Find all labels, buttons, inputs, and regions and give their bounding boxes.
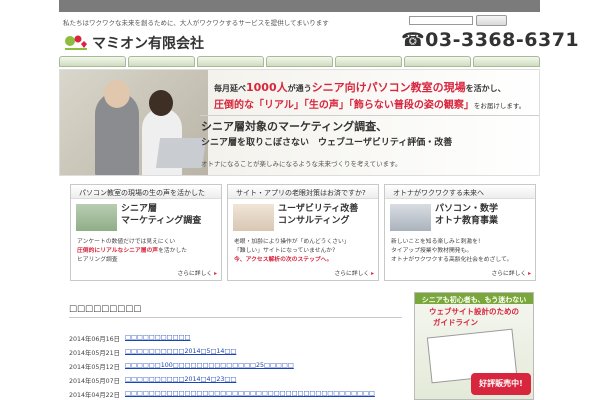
card-body: アンケートの数値だけでは見えにくい 圧倒的にリアルなシニア層の声を活かした ヒア… [77, 238, 219, 265]
hero-line1-pre: 毎月延べ [214, 84, 246, 93]
hero-line1-post: が通う [287, 84, 312, 93]
card-body: 老眼・加齢により操作が「めんどうくさい」 「難しい」サイトになっていませんか? … [234, 238, 376, 265]
card-title-line1: パソコン・数学 [435, 204, 499, 214]
card-title-line2: オトナ教育事業 [435, 216, 499, 226]
hero-line2-b: 「リアル」「生の声」「飾らない普段の姿の観察」 [254, 100, 474, 111]
card-image [76, 204, 117, 231]
search-button[interactable] [476, 15, 507, 26]
card-image [233, 204, 274, 231]
more-link[interactable]: さらに詳しく [334, 268, 374, 277]
search-input[interactable] [409, 16, 473, 25]
card-image [390, 204, 431, 231]
news-date: 2014年05月12日 [69, 364, 120, 371]
card-title: シニア層 マーケティング調査 [121, 203, 201, 227]
card-title-line2: マーケティング調査 [121, 216, 202, 226]
nav-tab-7[interactable] [473, 56, 540, 67]
news-date: 2014年04月22日 [69, 392, 120, 399]
card-head: サイト・アプリの老眼対策はお済ですか? [228, 185, 378, 199]
nav-tab-5[interactable] [335, 56, 402, 67]
on-sale-badge: 好評販売中! [471, 373, 531, 395]
card-title-line2: コンサルティング [278, 216, 350, 226]
news-link[interactable]: □□□□□□□□□□□ [125, 334, 190, 344]
card-body-red: 「難しい」 [234, 248, 263, 254]
news-link[interactable]: □□□□□□□□□□2014□4□23□□ [125, 376, 236, 386]
nav-tab-3[interactable] [197, 56, 264, 67]
service-card-education[interactable]: オトナがワクワクする未来へ パソコン・数学 オトナ教育事業 新しいことを知る楽し… [384, 184, 536, 281]
top-bar [59, 0, 540, 12]
card-title-line1: シニア層 [121, 204, 158, 214]
hero-line-2: 圧倒的な「リアル」「生の声」「飾らない普段の姿の観察」をお届けします。 [214, 96, 525, 111]
news-divider [69, 317, 402, 318]
card-body: 新しいことを知る楽しみと刺激を! タイアップ授業や教材開発も。 オトナがワクワク… [391, 238, 533, 265]
card-title: ユーザビリティ改善 コンサルティング [278, 203, 358, 227]
hero-line-3: シニア層対象のマーケティング調査、 [201, 120, 388, 133]
card-title: パソコン・数学 オトナ教育事業 [435, 203, 498, 227]
news-heading: □□□□□□□□□ [69, 304, 142, 314]
logo-icon[interactable] [63, 32, 89, 52]
hero-banner: 毎月延べ1000人が通うシニア向けパソコン教室の現場を活かし、 圧倒的な「リアル… [59, 69, 540, 176]
news-date: 2014年06月16日 [69, 336, 120, 343]
card-body-line3: オトナがワクワクする高齢化社会をめざして。 [391, 257, 513, 263]
nav-tab-4[interactable] [266, 56, 333, 67]
news-row: 2014年05月07日 □□□□□□□□□□2014□4□23□□ [69, 376, 236, 386]
site-tagline: 私たちはワクワクな未来を創るために、大人がワクワクするサービスを提供してまいりま… [63, 19, 329, 27]
card-body-line2: を活かした [158, 248, 188, 254]
news-date: 2014年05月21日 [69, 350, 120, 357]
hero-photo [60, 70, 208, 175]
book-title-line2: ガイドライン [433, 318, 478, 327]
news-row: 2014年05月21日 □□□□□□□□□□2014□5□14□□ [69, 348, 236, 358]
card-body-line1: アンケートの数値だけでは見えにくい [77, 239, 176, 245]
hero-line-1: 毎月延べ1000人が通うシニア向けパソコン教室の現場を活かし、 [214, 79, 506, 95]
phone-number: ☎03-3368-6371 [401, 29, 580, 51]
card-body-line3: 今、アクセス解析の次のステップへ。 [234, 257, 333, 263]
nav-tab-6[interactable] [404, 56, 471, 67]
card-body-line2: タイアップ授業や教材開発も。 [391, 248, 473, 254]
news-link[interactable]: □□□□□□□□□□2014□5□14□□ [125, 348, 236, 358]
book-promo-banner[interactable]: シニアも初心者も、もう迷わない ウェブサイト設計のための ガイドライン 好評販売… [414, 292, 534, 400]
laptop-icon [155, 138, 207, 168]
hero-person-man-head [104, 80, 130, 108]
card-body-line3: ヒアリング調査 [77, 257, 118, 263]
nav-tab-1[interactable] [59, 56, 126, 67]
news-link[interactable]: □□□□□□□□□□□□□□□□□□□□□□□□□□□□□□□□□□□□□□□□… [125, 390, 375, 400]
hero-line-5: オトナになることが楽しみになるような未来づくりを考えています。 [201, 160, 402, 168]
hero-line2-c: をお届けします。 [473, 102, 526, 110]
service-card-marketing[interactable]: パソコン教室の現場の生の声を活かした シニア層 マーケティング調査 アンケートの… [70, 184, 222, 281]
card-body-line1: 新しいことを知る楽しみと刺激を! [391, 239, 481, 245]
card-head: パソコン教室の現場の生の声を活かした [71, 185, 221, 199]
news-row: 2014年04月22日 □□□□□□□□□□□□□□□□□□□□□□□□□□□□… [69, 390, 375, 400]
hero-divider [200, 115, 539, 116]
hero-line1-big: 1000人 [246, 81, 288, 94]
book-header: シニアも初心者も、もう迷わない [415, 293, 533, 304]
main-nav [59, 56, 540, 67]
news-row: 2014年06月16日 □□□□□□□□□□□ [69, 334, 190, 344]
nav-tab-2[interactable] [128, 56, 195, 67]
hero-line2-a: 圧倒的な [214, 100, 254, 111]
more-link[interactable]: さらに詳しく [177, 268, 217, 277]
card-body-red: 圧倒的にリアルなシニア層の声 [77, 248, 159, 254]
hero-line1-end: を活かし、 [465, 84, 506, 93]
hero-person-woman-head [149, 90, 173, 116]
card-title-line1: ユーザビリティ改善 [278, 204, 359, 214]
card-head: オトナがワクワクする未来へ [385, 185, 535, 199]
more-link[interactable]: さらに詳しく [491, 268, 531, 277]
news-date: 2014年05月07日 [69, 378, 120, 385]
service-card-usability[interactable]: サイト・アプリの老眼対策はお済ですか? ユーザビリティ改善 コンサルティング 老… [227, 184, 379, 281]
news-row: 2014年05月12日 □□□□□□100□□□□□□□□□□□□□□25□□□… [69, 362, 294, 372]
hero-line1-red: シニア向けパソコン教室の現場 [311, 81, 466, 94]
card-body-line1: 老眼・加齢により操作が「めんどうくさい」 [234, 239, 350, 245]
news-link[interactable]: □□□□□□100□□□□□□□□□□□□□□25□□□□□ [125, 362, 294, 372]
book-title-line1: ウェブサイト設計のための [429, 307, 519, 316]
hero-line-4: シニア層を取りこぼさない ウェブユーザビリティ評価・改善 [201, 138, 453, 148]
company-name[interactable]: マミオン有限会社 [92, 33, 204, 53]
card-body-line2: サイトになっていませんか? [263, 248, 336, 254]
